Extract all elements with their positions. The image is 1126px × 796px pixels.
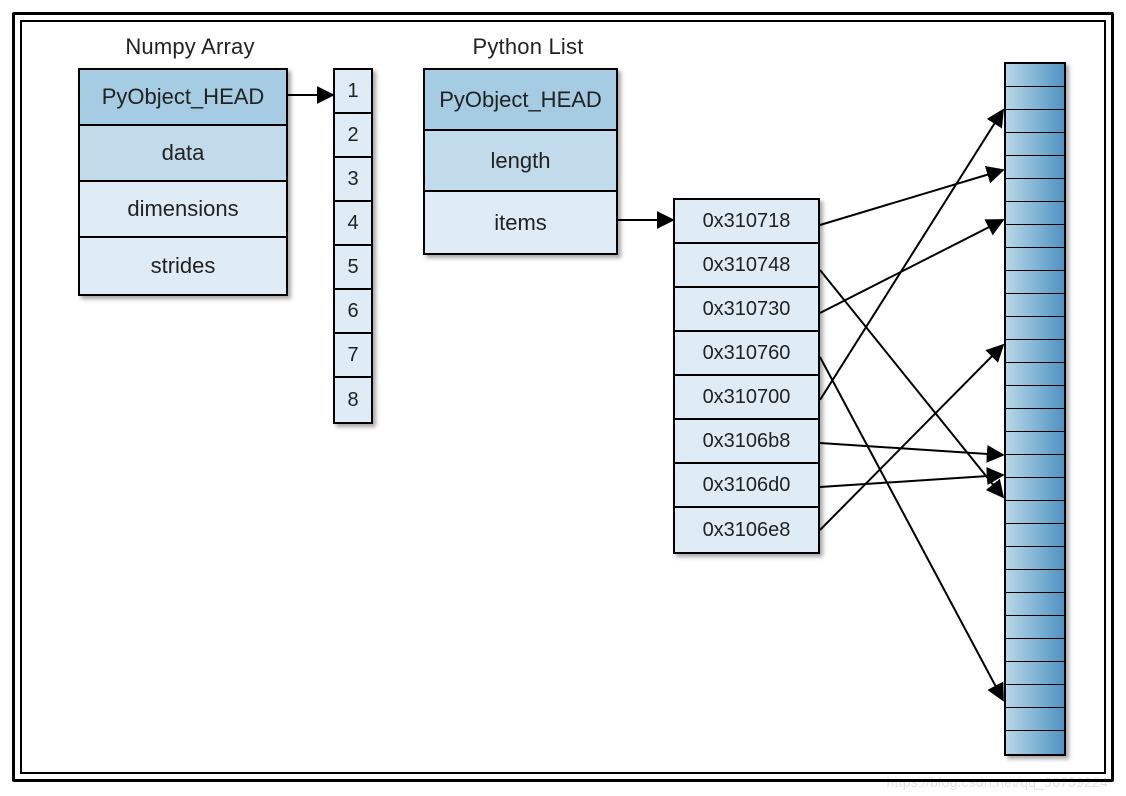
pointer-cell: 0x310760 [675, 332, 818, 376]
memory-slot [1006, 271, 1064, 294]
memory-slot [1006, 432, 1064, 455]
memory-slot [1006, 547, 1064, 570]
array-cell: 8 [335, 378, 371, 422]
numpy-field: strides [80, 238, 286, 294]
memory-slot [1006, 501, 1064, 524]
pointer-cell: 0x3106d0 [675, 464, 818, 508]
memory-slot [1006, 363, 1064, 386]
memory-slot [1006, 248, 1064, 271]
array-cell: 7 [335, 334, 371, 378]
array-cell: 1 [335, 70, 371, 114]
memory-slot [1006, 708, 1064, 731]
pointer-cell: 0x310700 [675, 376, 818, 420]
memory-slot [1006, 524, 1064, 547]
memory-slot [1006, 455, 1064, 478]
pointer-cell: 0x310748 [675, 244, 818, 288]
memory-column [1004, 62, 1066, 756]
memory-slot [1006, 202, 1064, 225]
memory-slot [1006, 317, 1064, 340]
pointer-cell: 0x3106b8 [675, 420, 818, 464]
pylist-field: items [425, 192, 616, 253]
array-data-block: 1 2 3 4 5 6 7 8 [333, 68, 373, 424]
pylist-field: length [425, 131, 616, 192]
watermark: https://blog.csdn.net/qq_36759224 [887, 774, 1108, 790]
memory-slot [1006, 225, 1064, 248]
array-cell: 6 [335, 290, 371, 334]
memory-slot [1006, 87, 1064, 110]
memory-slot [1006, 478, 1064, 501]
pointer-array: 0x310718 0x310748 0x310730 0x310760 0x31… [673, 198, 820, 554]
memory-slot [1006, 639, 1064, 662]
memory-slot [1006, 616, 1064, 639]
array-cell: 3 [335, 158, 371, 202]
numpy-struct: PyObject_HEAD data dimensions strides [78, 68, 288, 296]
memory-slot [1006, 110, 1064, 133]
pointer-cell: 0x310718 [675, 200, 818, 244]
array-cell: 2 [335, 114, 371, 158]
memory-slot [1006, 133, 1064, 156]
numpy-title: Numpy Array [80, 34, 300, 60]
memory-slot [1006, 64, 1064, 87]
numpy-field: dimensions [80, 182, 286, 238]
pylist-struct: PyObject_HEAD length items [423, 68, 618, 255]
memory-slot [1006, 386, 1064, 409]
memory-slot [1006, 179, 1064, 202]
pointer-cell: 0x3106e8 [675, 508, 818, 552]
array-cell: 4 [335, 202, 371, 246]
memory-slot [1006, 409, 1064, 432]
numpy-field: data [80, 126, 286, 182]
array-cell: 5 [335, 246, 371, 290]
memory-slot [1006, 593, 1064, 616]
memory-slot [1006, 156, 1064, 179]
memory-slot [1006, 570, 1064, 593]
pointer-cell: 0x310730 [675, 288, 818, 332]
memory-slot [1006, 294, 1064, 317]
pylist-title: Python List [428, 34, 628, 60]
memory-slot [1006, 662, 1064, 685]
memory-slot [1006, 685, 1064, 708]
memory-slot [1006, 340, 1064, 363]
memory-slot [1006, 731, 1064, 754]
pylist-field: PyObject_HEAD [425, 70, 616, 131]
numpy-field: PyObject_HEAD [80, 70, 286, 126]
